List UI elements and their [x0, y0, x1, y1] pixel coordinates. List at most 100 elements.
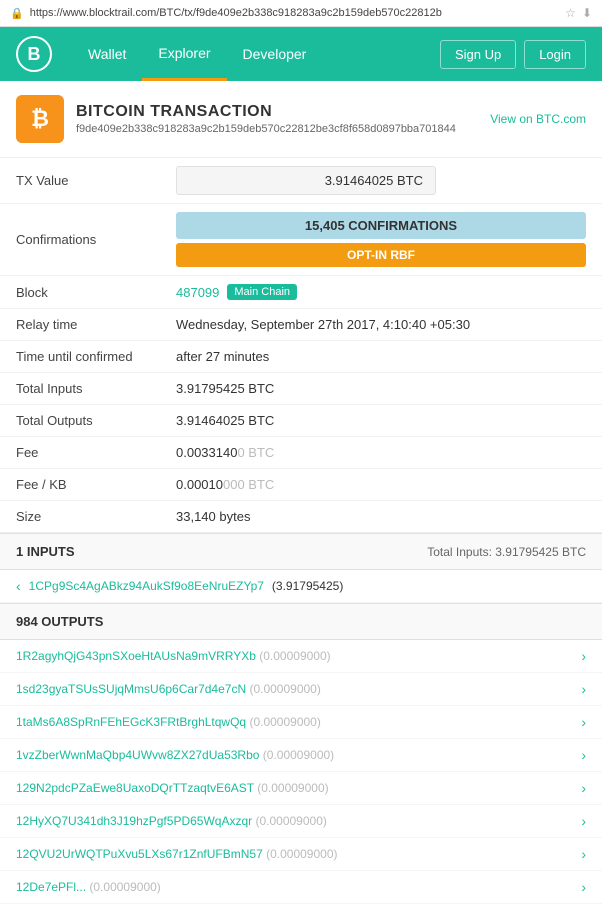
inputs-section-header: 1 INPUTS Total Inputs: 3.91795425 BTC: [0, 533, 602, 570]
output-value: (0.00009000): [259, 649, 330, 663]
time-confirmed-value: after 27 minutes: [160, 341, 602, 373]
fee-label: Fee: [0, 437, 160, 469]
fee-row: Fee 0.00331400 BTC: [0, 437, 602, 469]
url-text: https://www.blocktrail.com/BTC/tx/f9de40…: [30, 7, 559, 19]
main-content: ₿ BITCOIN TRANSACTION f9de409e2b338c9182…: [0, 81, 602, 904]
tx-hash: f9de409e2b338c918283a9c2b159deb570c22812…: [76, 123, 456, 135]
total-inputs-label: Total Inputs: [0, 373, 160, 405]
total-inputs-row: Total Inputs 3.91795425 BTC: [0, 373, 602, 405]
inputs-count: 1 INPUTS: [16, 544, 75, 559]
block-cell: 487099 Main Chain: [160, 276, 602, 309]
chevron-right-icon[interactable]: ›: [581, 714, 586, 730]
fee-value: 0.0033140: [176, 445, 237, 460]
total-outputs-row: Total Outputs 3.91464025 BTC: [0, 405, 602, 437]
block-label: Block: [0, 276, 160, 309]
nav-explorer[interactable]: Explorer: [142, 27, 226, 81]
bitcoin-icon: ₿: [16, 95, 64, 143]
output-addr-text[interactable]: 12HyXQ7U341dh3J19hzPgf5PD65WqAxzqr: [16, 814, 252, 828]
output-addr-text[interactable]: 12De7ePFl...: [16, 880, 86, 894]
output-value: (0.00009000): [257, 781, 328, 795]
address-bar: 🔒 https://www.blocktrail.com/BTC/tx/f9de…: [0, 0, 602, 27]
chevron-left-icon: ‹: [16, 578, 21, 594]
details-table: TX Value 3.91464025 BTC Confirmations 15…: [0, 158, 602, 533]
output-value: (0.00009000): [255, 814, 326, 828]
output-addr-text[interactable]: 1sd23gyaTSUsSUjqMmsU6p6Car7d4e7cN: [16, 682, 246, 696]
fee-kb-value: 0.00010: [176, 477, 223, 492]
confirmations-cell: 15,405 CONFIRMATIONS OPT-IN RBF: [160, 204, 602, 276]
fee-kb-row: Fee / KB 0.00010000 BTC: [0, 469, 602, 501]
tx-value-box: 3.91464025 BTC: [176, 166, 436, 195]
transaction-header: ₿ BITCOIN TRANSACTION f9de409e2b338c9182…: [0, 81, 602, 158]
download-icon[interactable]: ⬇: [582, 6, 592, 20]
output-address: 12HyXQ7U341dh3J19hzPgf5PD65WqAxzqr (0.00…: [16, 814, 327, 828]
relay-time-row: Relay time Wednesday, September 27th 201…: [0, 309, 602, 341]
output-addr-text[interactable]: 12QVU2UrWQTPuXvu5LXs67r1ZnfUFBmN57: [16, 847, 263, 861]
output-item: 1R2agyhQjG43pnSXoeHtAUsNa9mVRRYXb (0.000…: [0, 640, 602, 673]
time-confirmed-row: Time until confirmed after 27 minutes: [0, 341, 602, 373]
relay-time-label: Relay time: [0, 309, 160, 341]
chevron-right-icon[interactable]: ›: [581, 648, 586, 664]
output-addr-text[interactable]: 1vzZberWwnMaQbp4UWvw8ZX27dUa53Rbo: [16, 748, 259, 762]
chevron-right-icon[interactable]: ›: [581, 879, 586, 895]
fee-kb-dim: 000 BTC: [223, 477, 274, 492]
output-value: (0.00009000): [266, 847, 337, 861]
output-item: 1vzZberWwnMaQbp4UWvw8ZX27dUa53Rbo (0.000…: [0, 739, 602, 772]
chevron-right-icon[interactable]: ›: [581, 813, 586, 829]
nav-right: Sign Up Login: [440, 40, 586, 69]
block-row: Block 487099 Main Chain: [0, 276, 602, 309]
tx-value-label: TX Value: [0, 158, 160, 204]
chevron-right-icon[interactable]: ›: [581, 747, 586, 763]
time-confirmed-label: Time until confirmed: [0, 341, 160, 373]
output-value: (0.00009000): [89, 880, 160, 894]
confirmations-col: 15,405 CONFIRMATIONS OPT-IN RBF: [176, 212, 586, 267]
output-address: 12QVU2UrWQTPuXvu5LXs67r1ZnfUFBmN57 (0.00…: [16, 847, 338, 861]
output-address: 129N2pdcPZaEwe8UaxoDQrTTzaqtvE6AST (0.00…: [16, 781, 329, 795]
output-item: 1taMs6A8SpRnFEhEGcK3FRtBrghLtqwQq (0.000…: [0, 706, 602, 739]
nav-links: Wallet Explorer Developer: [72, 27, 440, 81]
block-value: 487099 Main Chain: [176, 284, 586, 300]
tx-title-block: BITCOIN TRANSACTION f9de409e2b338c918283…: [76, 103, 456, 135]
chevron-right-icon[interactable]: ›: [581, 780, 586, 796]
tx-header-left: ₿ BITCOIN TRANSACTION f9de409e2b338c9182…: [16, 95, 456, 143]
total-inputs-value: 3.91795425 BTC: [160, 373, 602, 405]
logo: B: [16, 36, 52, 72]
fee-kb-label: Fee / KB: [0, 469, 160, 501]
output-addr-text[interactable]: 1taMs6A8SpRnFEhEGcK3FRtBrghLtqwQq: [16, 715, 246, 729]
star-icon[interactable]: ☆: [565, 6, 576, 20]
output-address: 1vzZberWwnMaQbp4UWvw8ZX27dUa53Rbo (0.000…: [16, 748, 334, 762]
output-item: 129N2pdcPZaEwe8UaxoDQrTTzaqtvE6AST (0.00…: [0, 772, 602, 805]
total-outputs-value: 3.91464025 BTC: [160, 405, 602, 437]
inputs-total: Total Inputs: 3.91795425 BTC: [427, 545, 586, 559]
output-addr-text[interactable]: 1R2agyhQjG43pnSXoeHtAUsNa9mVRRYXb: [16, 649, 256, 663]
fee-cell: 0.00331400 BTC: [160, 437, 602, 469]
fee-dim: 0 BTC: [237, 445, 274, 460]
lock-icon: 🔒: [10, 7, 24, 20]
nav-developer[interactable]: Developer: [227, 27, 323, 81]
output-item: 12De7ePFl... (0.00009000) ›: [0, 871, 602, 904]
outputs-list: 1R2agyhQjG43pnSXoeHtAUsNa9mVRRYXb (0.000…: [0, 640, 602, 904]
tx-value-cell: 3.91464025 BTC: [160, 158, 602, 204]
output-item: 12HyXQ7U341dh3J19hzPgf5PD65WqAxzqr (0.00…: [0, 805, 602, 838]
output-address: 1sd23gyaTSUsSUjqMmsU6p6Car7d4e7cN (0.000…: [16, 682, 321, 696]
main-chain-badge: Main Chain: [227, 284, 297, 300]
nav-wallet[interactable]: Wallet: [72, 27, 142, 81]
input-item: ‹ 1CPg9Sc4AgABkz94AukSf9o8EeNruEZYp7 (3.…: [0, 570, 602, 603]
chevron-right-icon[interactable]: ›: [581, 846, 586, 862]
input-address[interactable]: 1CPg9Sc4AgABkz94AukSf9o8EeNruEZYp7: [29, 579, 264, 593]
chevron-right-icon[interactable]: ›: [581, 681, 586, 697]
output-addr-text[interactable]: 129N2pdcPZaEwe8UaxoDQrTTzaqtvE6AST: [16, 781, 254, 795]
output-address: 12De7ePFl... (0.00009000): [16, 880, 161, 894]
relay-time-value: Wednesday, September 27th 2017, 4:10:40 …: [160, 309, 602, 341]
output-address: 1taMs6A8SpRnFEhEGcK3FRtBrghLtqwQq (0.000…: [16, 715, 321, 729]
total-outputs-label: Total Outputs: [0, 405, 160, 437]
output-value: (0.00009000): [263, 748, 334, 762]
tx-value-row: TX Value 3.91464025 BTC: [0, 158, 602, 204]
view-btc-link[interactable]: View on BTC.com: [490, 112, 586, 126]
input-value: (3.91795425): [272, 579, 343, 593]
login-button[interactable]: Login: [524, 40, 586, 69]
block-number[interactable]: 487099: [176, 285, 219, 300]
navbar: B Wallet Explorer Developer Sign Up Logi…: [0, 27, 602, 81]
outputs-section-header: 984 OUTPUTS: [0, 603, 602, 640]
signup-button[interactable]: Sign Up: [440, 40, 516, 69]
output-value: (0.00009000): [249, 682, 320, 696]
